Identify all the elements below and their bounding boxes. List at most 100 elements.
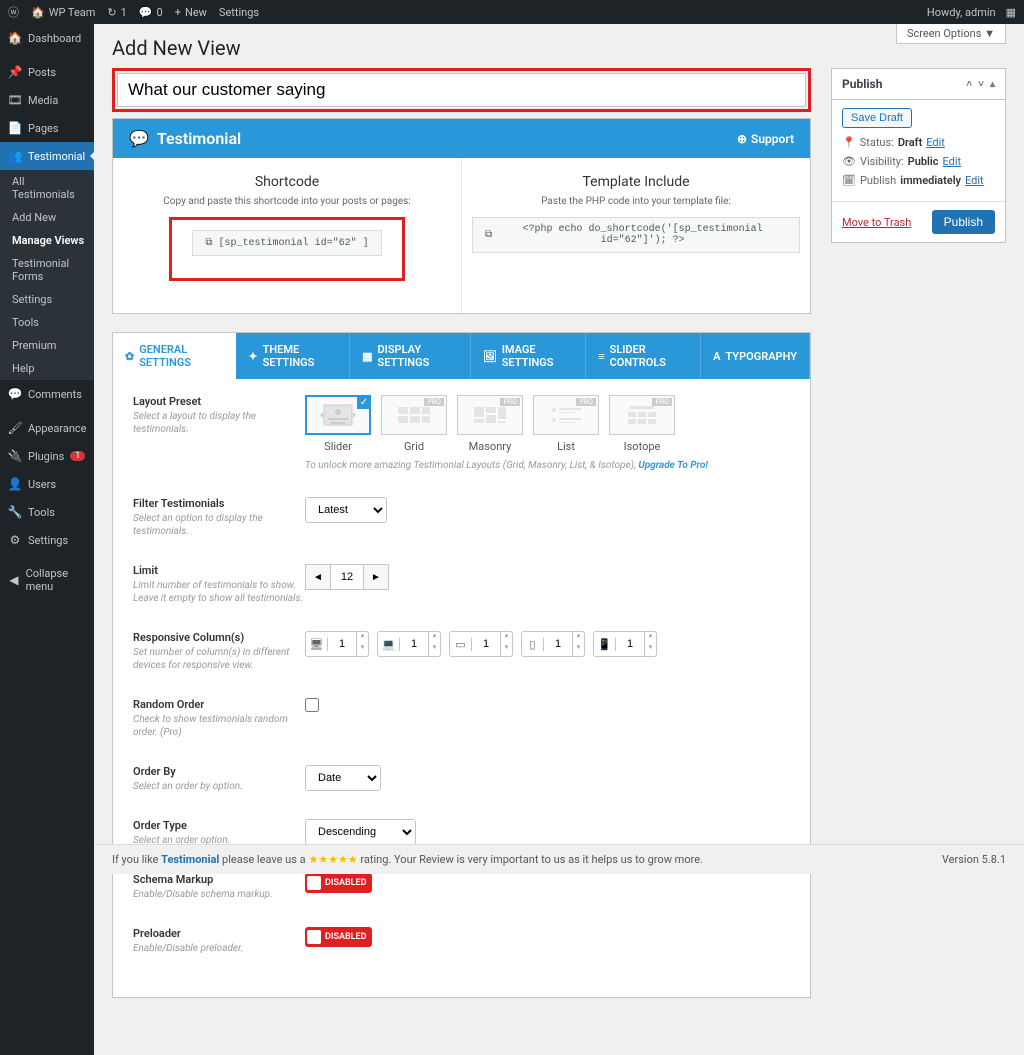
menu-settings[interactable]: ⚙Settings: [0, 526, 94, 554]
support-link[interactable]: ⊕Support: [737, 132, 794, 146]
limit-input[interactable]: [331, 564, 363, 590]
tab-display[interactable]: ▦DISPLAY SETTINGS: [350, 333, 471, 379]
upgrade-link[interactable]: Upgrade To Pro!: [638, 460, 708, 471]
panel-toggle-icon[interactable]: ▴: [990, 79, 995, 90]
layout-slider[interactable]: Slider: [305, 395, 371, 454]
menu-tools[interactable]: 🔧Tools: [0, 498, 94, 526]
filter-desc: Select an option to display the testimon…: [133, 512, 305, 538]
copy-icon: ⧉: [485, 229, 492, 241]
stars-icon[interactable]: ★★★★★: [308, 853, 357, 866]
tab-image[interactable]: 🖼IMAGE SETTINGS: [471, 333, 586, 379]
layout-isotope[interactable]: PROIsotope: [609, 395, 675, 454]
menu-pages[interactable]: 📄Pages: [0, 114, 94, 142]
menu-dashboard[interactable]: 🏠Dashboard: [0, 24, 94, 52]
updates-icon[interactable]: ↻ 1: [107, 6, 126, 19]
sub-premium[interactable]: Premium: [0, 334, 94, 357]
resp-mobile[interactable]: 📱▴▾: [593, 631, 657, 657]
ordertype-select[interactable]: Descending: [305, 819, 416, 845]
filter-select[interactable]: Latest: [305, 497, 387, 523]
panel-down-icon[interactable]: ˅: [978, 79, 984, 90]
shortcode-code[interactable]: ⧉[sp_testimonial id="62" ]: [192, 230, 381, 256]
menu-collapse[interactable]: ◀Collapse menu: [0, 560, 94, 600]
layout-label: Layout Preset: [133, 395, 305, 408]
admin-footer: If you like Testimonial please leave us …: [94, 844, 1024, 874]
menu-comments[interactable]: 💬Comments: [0, 380, 94, 408]
layout-list[interactable]: PROList: [533, 395, 599, 454]
sliders-icon: ≡: [598, 350, 604, 363]
orderby-label: Order By: [133, 765, 305, 778]
menu-plugins[interactable]: 🔌Plugins 1: [0, 442, 94, 470]
comments-icon[interactable]: 💬 0: [139, 6, 163, 19]
limit-decrease[interactable]: ◄: [305, 564, 331, 590]
publish-button[interactable]: Publish: [932, 210, 995, 234]
gear-icon: ⚙: [8, 533, 22, 547]
panel-up-icon[interactable]: ˄: [966, 79, 972, 90]
sub-add-new[interactable]: Add New: [0, 206, 94, 229]
version-text: Version 5.8.1: [942, 853, 1006, 866]
resp-desktop[interactable]: 🖥▴▾: [305, 631, 369, 657]
limit-increase[interactable]: ►: [363, 564, 389, 590]
layout-masonry[interactable]: PROMasonry: [457, 395, 523, 454]
view-title-input[interactable]: [117, 73, 806, 107]
tab-slider[interactable]: ≡SLIDER CONTROLS: [586, 333, 701, 379]
speech-icon: 💬: [129, 129, 149, 148]
screen-options-toggle[interactable]: Screen Options ▼: [896, 24, 1006, 44]
orderby-select[interactable]: Date: [305, 765, 381, 791]
testimonial-panel: 💬 Testimonial ⊕Support Shortcode Copy an…: [112, 118, 811, 314]
sub-all-testimonials[interactable]: All Testimonials: [0, 170, 94, 206]
laptop-icon: 💻: [378, 638, 400, 651]
schema-toggle[interactable]: DISABLED: [305, 873, 372, 893]
tab-general[interactable]: ✿GENERAL SETTINGS: [113, 333, 236, 379]
tab-theme[interactable]: ✦THEME SETTINGS: [236, 333, 350, 379]
save-draft-button[interactable]: Save Draft: [842, 108, 912, 128]
random-desc: Check to show testimonials random order.…: [133, 713, 305, 739]
ordertype-label: Order Type: [133, 819, 305, 832]
sub-manage-views[interactable]: Manage Views: [0, 229, 94, 252]
random-checkbox[interactable]: [305, 698, 319, 712]
edit-status-link[interactable]: Edit: [926, 136, 945, 149]
settings-tabs: ✿GENERAL SETTINGS ✦THEME SETTINGS ▦DISPL…: [113, 333, 810, 379]
tab-typography[interactable]: ATYPOGRAPHY: [701, 333, 810, 379]
testimonial-icon: 👥: [8, 149, 22, 163]
shortcode-highlight: ⧉[sp_testimonial id="62" ]: [169, 217, 404, 281]
edit-schedule-link[interactable]: Edit: [965, 174, 984, 187]
avatar-icon[interactable]: ▦: [1006, 6, 1016, 19]
edit-visibility-link[interactable]: Edit: [943, 155, 962, 168]
sub-tools[interactable]: Tools: [0, 311, 94, 334]
template-heading: Template Include: [472, 174, 800, 190]
resp-tablet[interactable]: ▯▴▾: [521, 631, 585, 657]
menu-posts[interactable]: 📌Posts: [0, 58, 94, 86]
sub-testimonial-forms[interactable]: Testimonial Forms: [0, 252, 94, 288]
panel-title: Testimonial: [157, 129, 241, 148]
pin-icon: 📌: [8, 65, 22, 79]
limit-spinner[interactable]: ◄ ►: [305, 564, 389, 590]
wp-logo-icon[interactable]: ⓦ: [8, 4, 19, 20]
menu-media[interactable]: 🎞Media: [0, 86, 94, 114]
resp-desc: Set number of column(s) in different dev…: [133, 646, 305, 672]
sub-settings[interactable]: Settings: [0, 288, 94, 311]
settings-link[interactable]: Settings: [219, 6, 259, 19]
publish-box: Publish ˄˅▴ Save Draft 📍Status: Draft Ed…: [831, 68, 1006, 243]
wrench-icon: 🔧: [8, 505, 22, 519]
resp-laptop[interactable]: 💻▴▾: [377, 631, 441, 657]
site-name[interactable]: 🏠 WP Team: [31, 6, 95, 19]
copy-icon: ⧉: [205, 237, 212, 249]
media-icon: 🎞: [8, 93, 22, 107]
menu-users[interactable]: 👤Users: [0, 470, 94, 498]
user-icon: 👤: [8, 477, 22, 491]
preloader-toggle[interactable]: DISABLED: [305, 927, 372, 947]
template-code[interactable]: ⧉<?php echo do_shortcode('[sp_testimonia…: [472, 217, 800, 253]
lifebuoy-icon: ⊕: [737, 132, 747, 146]
tablet-landscape-icon: ▭: [450, 638, 472, 651]
filter-label: Filter Testimonials: [133, 497, 305, 510]
menu-appearance[interactable]: 🖌Appearance: [0, 414, 94, 442]
publish-heading: Publish: [842, 77, 882, 91]
new-link[interactable]: + New: [175, 6, 207, 19]
resp-tablet-l[interactable]: ▭▴▾: [449, 631, 513, 657]
sub-help[interactable]: Help: [0, 357, 94, 380]
howdy-user[interactable]: Howdy, admin: [927, 6, 996, 19]
layout-grid[interactable]: PROGrid: [381, 395, 447, 454]
move-to-trash-link[interactable]: Move to Trash: [842, 216, 911, 229]
menu-testimonial[interactable]: 👥Testimonial: [0, 142, 94, 170]
collapse-icon: ◀: [8, 573, 20, 587]
